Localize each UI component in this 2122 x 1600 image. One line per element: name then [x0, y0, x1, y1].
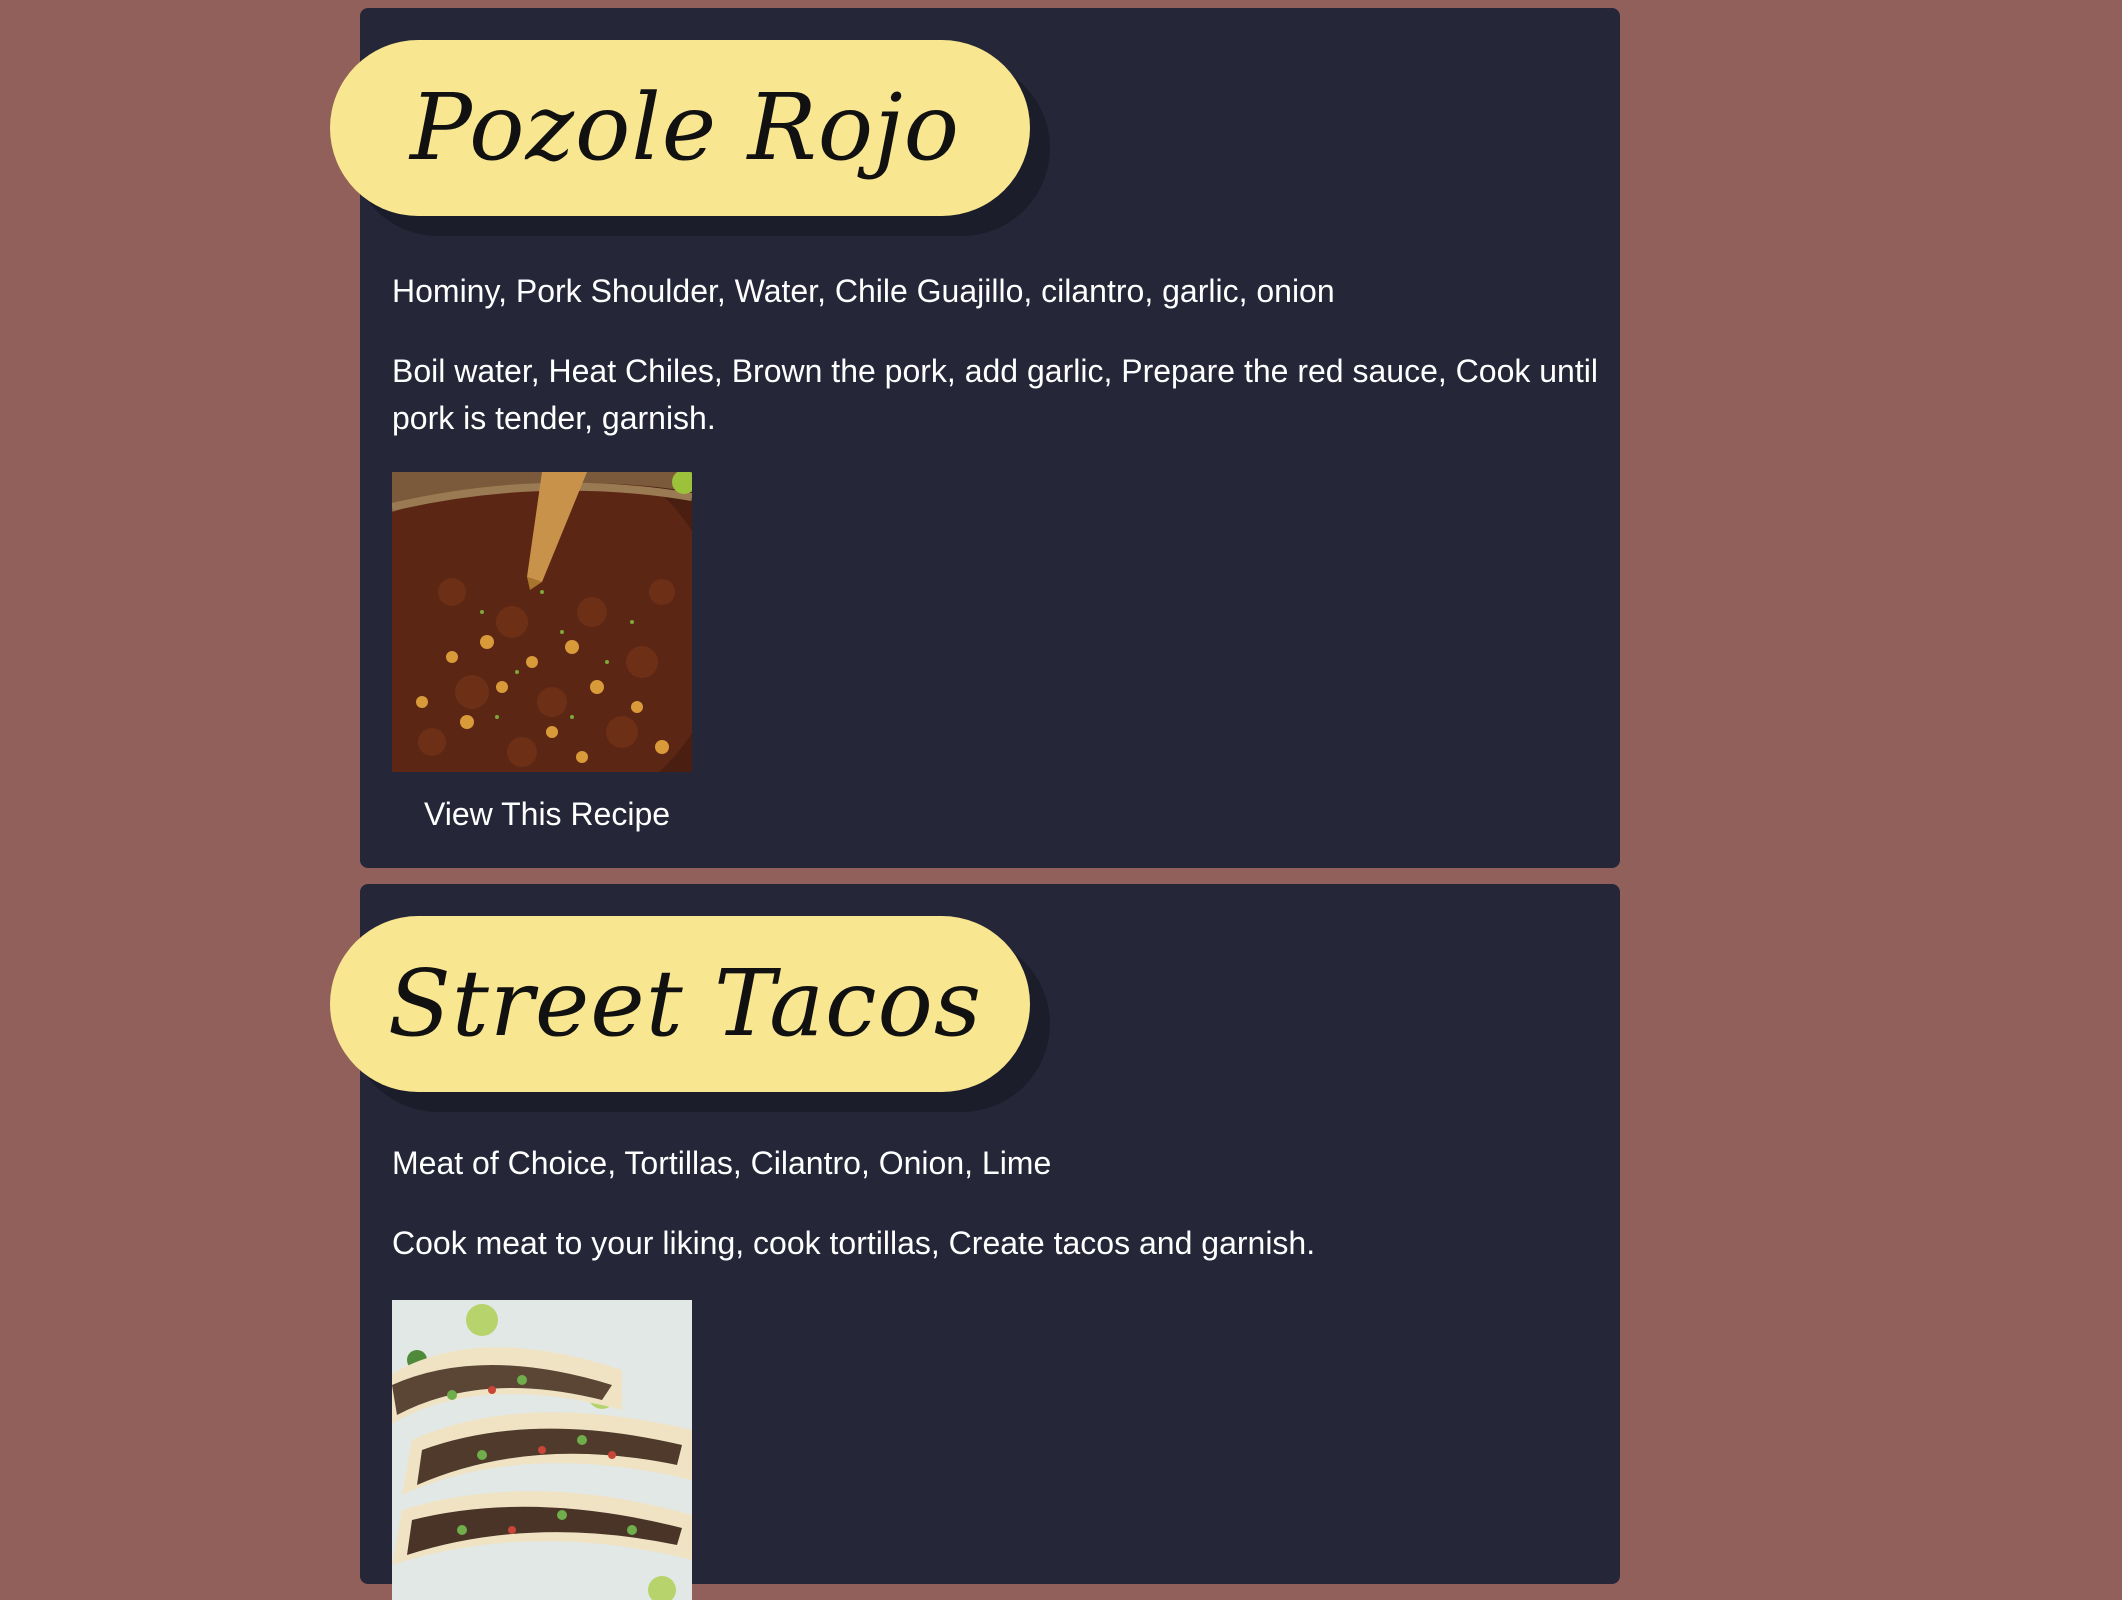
- recipe-title: Street Tacos: [387, 950, 983, 1057]
- recipe-title: Pozole Rojo: [409, 74, 961, 181]
- recipe-photo-pozole: [392, 472, 692, 772]
- recipe-card-street-tacos: Street Tacos Meat of Choice, Tortillas, …: [330, 884, 1620, 1600]
- recipe-photo-street-tacos: [392, 1300, 692, 1600]
- recipe-steps: Cook meat to your liking, cook tortillas…: [392, 1225, 1316, 1261]
- recipe-card-pozole: Pozole Rojo Hominy, Pork Shoulder, Water…: [330, 8, 1620, 868]
- recipe-steps: Boil water, Heat Chiles, Brown the pork,…: [392, 353, 1598, 436]
- recipe-title-banner: Street Tacos: [330, 916, 1030, 1092]
- view-recipe-link[interactable]: View This Recipe: [424, 794, 670, 834]
- recipe-title-banner: Pozole Rojo: [330, 40, 1030, 216]
- recipe-ingredients: Hominy, Pork Shoulder, Water, Chile Guaj…: [392, 273, 1335, 309]
- recipe-ingredients: Meat of Choice, Tortillas, Cilantro, Oni…: [392, 1145, 1052, 1181]
